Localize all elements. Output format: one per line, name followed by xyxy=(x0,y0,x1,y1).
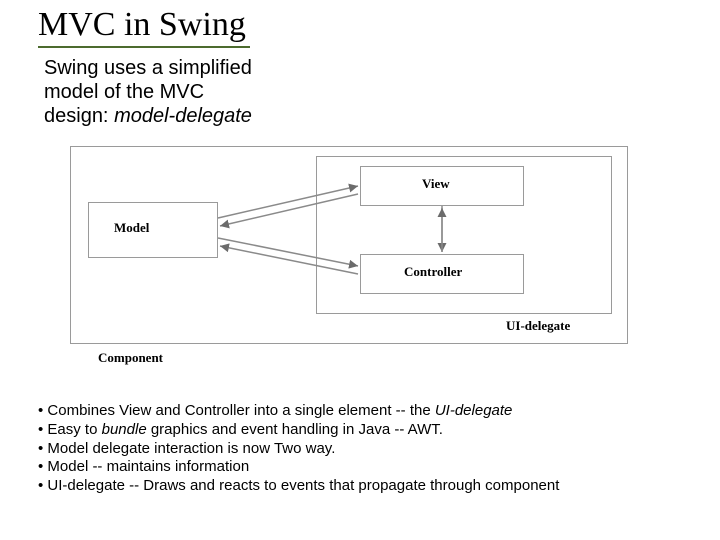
bullet-text: • Easy to xyxy=(38,421,102,438)
component-label: Component xyxy=(98,350,163,366)
list-item: • Model delegate interaction is now Two … xyxy=(38,440,559,459)
intro-line: Swing uses a simplified xyxy=(44,56,324,80)
list-item: • Combines View and Controller into a si… xyxy=(38,402,559,421)
controller-label: Controller xyxy=(404,264,462,280)
bullet-italic: bundle xyxy=(102,421,147,438)
page-title: MVC in Swing xyxy=(38,6,250,48)
intro-text: Swing uses a simplified model of the MVC… xyxy=(44,56,324,128)
ui-delegate-label: UI-delegate xyxy=(506,318,570,334)
list-item: • UI-delegate -- Draws and reacts to eve… xyxy=(38,477,559,496)
slide: MVC in Swing Swing uses a simplified mod… xyxy=(0,0,720,540)
intro-line: model of the MVC xyxy=(44,80,324,104)
intro-line-part: design: xyxy=(44,105,114,127)
view-label: View xyxy=(422,176,450,192)
intro-line: design: model-delegate xyxy=(44,104,324,128)
intro-line-italic: model-delegate xyxy=(114,105,252,127)
bullet-text: • Combines View and Controller into a si… xyxy=(38,402,435,419)
model-box xyxy=(88,202,218,258)
list-item: • Model -- maintains information xyxy=(38,458,559,477)
list-item: • Easy to bundle graphics and event hand… xyxy=(38,421,559,440)
bullet-italic: UI-delegate xyxy=(435,402,513,419)
mvc-diagram: Component Model UI-delegate View Control… xyxy=(70,146,630,376)
bullet-list: • Combines View and Controller into a si… xyxy=(38,402,559,496)
model-label: Model xyxy=(114,220,149,236)
bullet-text: graphics and event handling in Java -- A… xyxy=(147,421,443,438)
